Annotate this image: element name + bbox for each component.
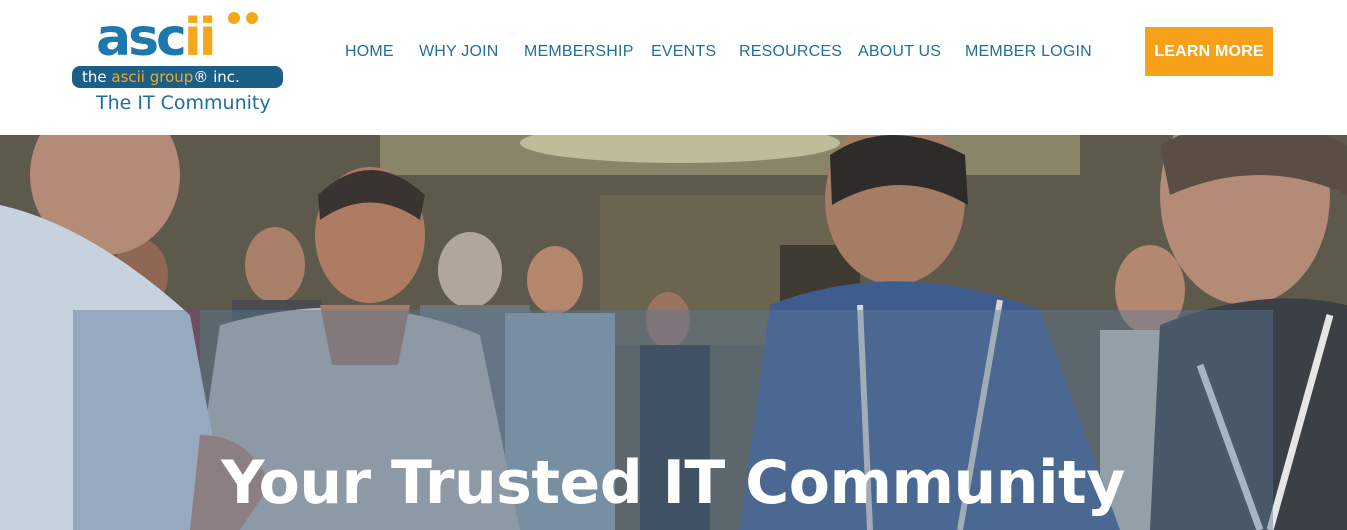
logo-wordmark: ascii — [96, 8, 217, 68]
logo-wordmark-main: asc — [96, 8, 187, 68]
logo-band-name: ascii group — [111, 68, 194, 86]
nav-about-us[interactable]: ABOUT US — [858, 40, 941, 64]
hero-headline: Your Trusted IT Community — [221, 448, 1125, 518]
logo-band-prefix: the — [82, 68, 112, 86]
logo-band: the ascii group® inc. — [72, 66, 283, 88]
learn-more-button[interactable]: LEARN MORE — [1145, 27, 1273, 76]
nav-membership[interactable]: MEMBERSHIP — [524, 40, 634, 64]
nav-home[interactable]: HOME — [345, 40, 394, 64]
logo-wordmark-accent: ii — [183, 8, 217, 68]
logo-band-suffix: ® inc. — [193, 68, 240, 86]
nav-why-join[interactable]: WHY JOIN — [419, 40, 499, 64]
ascii-group-logo[interactable]: ascii the ascii group® inc. The IT Commu… — [72, 8, 287, 118]
nav-events[interactable]: EVENTS — [651, 40, 716, 64]
nav-resources[interactable]: RESOURCES — [739, 40, 842, 64]
site-header: ascii the ascii group® inc. The IT Commu… — [0, 0, 1347, 135]
hero-banner: Your Trusted IT Community — [0, 135, 1347, 530]
nav-member-login[interactable]: MEMBER LOGIN — [965, 40, 1092, 64]
logo-dot-icon — [246, 12, 258, 24]
logo-tagline: The IT Community — [96, 92, 271, 114]
logo-dot-icon — [228, 12, 240, 24]
